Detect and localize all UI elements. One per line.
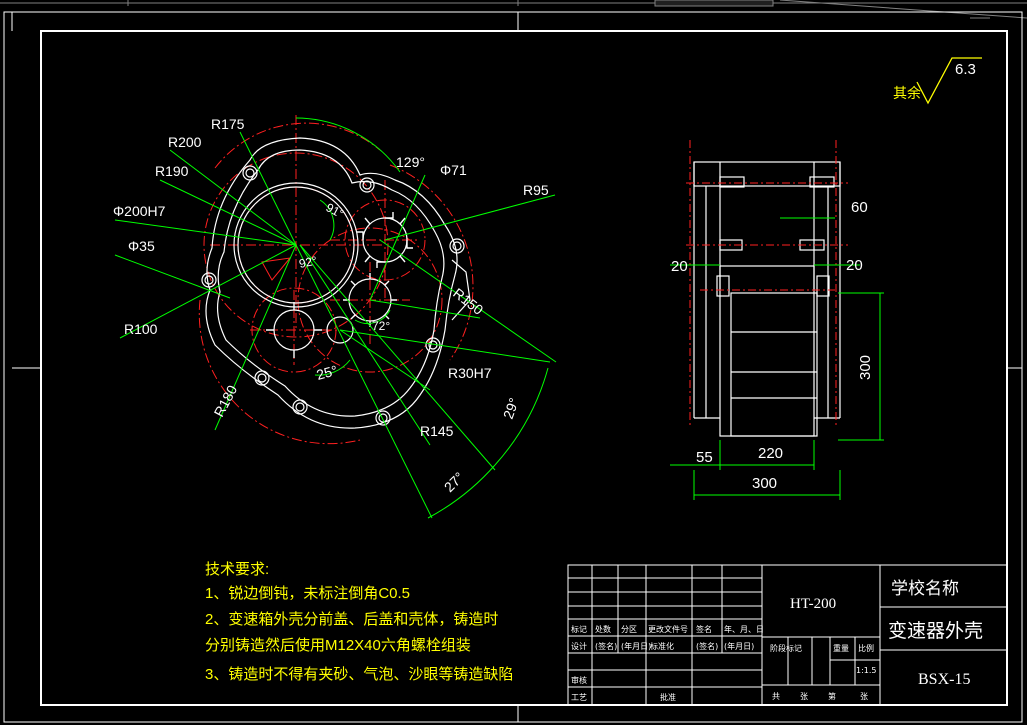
dim-w20-right: 20	[846, 257, 863, 274]
notes-line-1: 1、锐边倒钝，未标注倒角C0.5	[205, 585, 410, 602]
svg-text:更改文件号: 更改文件号	[648, 624, 688, 634]
front-view	[198, 115, 474, 445]
dim-a91: 91°	[324, 200, 347, 221]
dim-d71: Φ71	[440, 162, 467, 178]
svg-text:第: 第	[828, 691, 836, 701]
dim-r100: R100	[124, 321, 158, 337]
part-name: 变速器外壳	[888, 620, 983, 642]
notes-line-2: 2、变速箱外壳分前盖、后盖和壳体，铸造时	[205, 611, 498, 628]
cad-drawing-sheet: 其余 6.3 R175 R200 R190 Φ200H7 Φ35 R100 R1…	[0, 0, 1027, 723]
svg-text:阶段标记: 阶段标记	[770, 643, 802, 653]
svg-text:标准化: 标准化	[650, 641, 674, 651]
svg-text:工艺: 工艺	[571, 693, 587, 702]
dim-w20-left: 20	[671, 258, 688, 275]
material: HT-200	[790, 596, 836, 612]
svg-text:(年月日): (年月日)	[621, 641, 651, 651]
svg-text:标记: 标记	[571, 624, 587, 634]
svg-text:共: 共	[772, 692, 780, 701]
school-name: 学校名称	[891, 579, 959, 599]
notes-title: 技术要求:	[205, 561, 269, 578]
svg-text:张: 张	[800, 692, 808, 701]
dim-h300: 300	[857, 355, 874, 380]
dim-d35: Φ35	[128, 238, 155, 254]
dim-a29: 29°	[500, 396, 522, 421]
dim-r190: R190	[155, 163, 189, 179]
side-view	[686, 140, 848, 437]
title-block: HT-200 学校名称 变速器外壳 BSX-15 标记 处数 分区 更改文件号 …	[567, 564, 1008, 706]
dim-a25: 25°	[315, 362, 340, 383]
notes-line-4: 3、铸造时不得有夹砂、气泡、沙眼等铸造缺陷	[205, 665, 513, 683]
dim-r175: R175	[211, 116, 245, 132]
svg-text:设计: 设计	[571, 641, 587, 651]
dim-r30h7: R30H7	[448, 365, 492, 381]
roughness-label: 其余	[893, 85, 921, 101]
dim-r95: R95	[523, 182, 549, 198]
svg-text:签名: 签名	[696, 624, 712, 634]
svg-text:分区: 分区	[621, 625, 637, 634]
dim-r200: R200	[168, 134, 202, 150]
svg-text:张: 张	[860, 692, 868, 701]
dim-w220: 220	[758, 445, 783, 462]
dim-d200h7: Φ200H7	[113, 203, 166, 219]
drawing-number: BSX-15	[918, 671, 970, 688]
surface-roughness-symbol: 其余 6.3	[893, 57, 982, 105]
dim-r145: R145	[420, 423, 454, 439]
svg-text:(签名): (签名)	[696, 641, 718, 651]
svg-text:(年月日): (年月日)	[724, 641, 754, 651]
svg-text:年、月、日: 年、月、日	[724, 624, 764, 634]
dim-a129: 129°	[396, 154, 425, 170]
svg-text:比例: 比例	[858, 643, 874, 653]
dim-r180: R180	[211, 382, 241, 419]
svg-text:(签名): (签名)	[595, 641, 617, 651]
dim-w300: 300	[752, 475, 777, 492]
dim-a72: 72°	[372, 319, 390, 333]
technical-notes: 技术要求: 1、锐边倒钝，未标注倒角C0.5 2、变速箱外壳分前盖、后盖和壳体，…	[205, 561, 513, 683]
dim-a27: 27°	[441, 469, 467, 495]
dim-w55: 55	[696, 449, 713, 466]
svg-text:重量: 重量	[833, 643, 849, 653]
notes-line-3: 分别铸造然后使用M12X40六角螺栓组装	[205, 637, 471, 654]
scale: 1:1.5	[856, 666, 877, 675]
dim-w60: 60	[851, 199, 868, 216]
roughness-value: 6.3	[955, 61, 976, 78]
svg-text:处数: 处数	[595, 624, 611, 634]
svg-text:批准: 批准	[660, 692, 676, 702]
svg-text:审核: 审核	[571, 675, 587, 685]
